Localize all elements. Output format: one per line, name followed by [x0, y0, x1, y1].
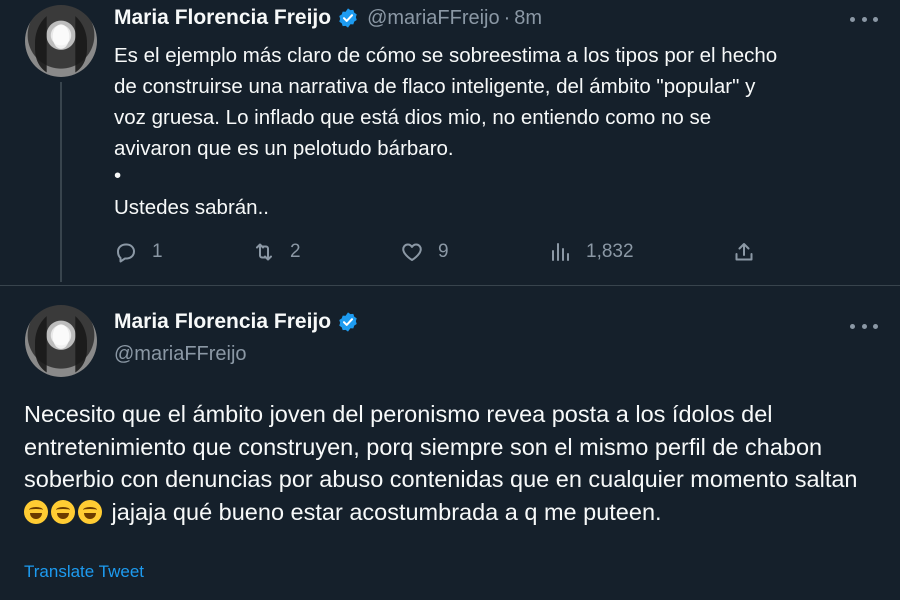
tweet-header: Maria Florencia Freijo	[114, 310, 359, 334]
timestamp[interactable]: 8m	[514, 7, 542, 30]
avatar[interactable]	[25, 305, 97, 377]
like-count: 9	[438, 241, 449, 262]
action-bar: 1 2 9 1,832	[114, 240, 754, 270]
share-button[interactable]	[732, 240, 770, 264]
views-count: 1,832	[586, 241, 634, 262]
verified-badge-icon	[339, 8, 357, 28]
more-options-icon[interactable]	[850, 14, 878, 24]
bullet-marker: •	[114, 164, 122, 187]
author-handle[interactable]: @mariaFFreijo	[367, 7, 500, 30]
tweet-text-line: de construirse una narrativa de flaco in…	[114, 75, 756, 98]
tweet-text-line: Es el ejemplo más claro de cómo se sobre…	[114, 44, 778, 67]
tweet-text-line: avivaron que es un pelotudo bárbaro.	[114, 137, 454, 160]
tweet-text-part: jajaja qué bueno estar acostumbrada a q …	[105, 498, 662, 525]
heart-icon	[402, 243, 422, 261]
separator-dot: ·	[503, 6, 511, 29]
author-name[interactable]: Maria Florencia Freijo	[114, 310, 331, 334]
views-icon	[552, 243, 569, 261]
thread-connector-line	[60, 82, 62, 282]
reply-button[interactable]: 1	[114, 240, 163, 264]
retweet-icon	[256, 243, 272, 261]
verified-badge-icon	[339, 312, 357, 332]
reply-count: 1	[152, 241, 163, 262]
tweet-1[interactable]: Maria Florencia Freijo @mariaFFreijo · 8…	[0, 0, 900, 285]
more-options-icon[interactable]	[850, 321, 878, 331]
tweet-header: Maria Florencia Freijo @mariaFFreijo · 8…	[114, 6, 542, 30]
tweet-2[interactable]: Maria Florencia Freijo @mariaFFreijo Nec…	[0, 285, 900, 600]
share-icon	[735, 243, 753, 261]
tweet-text-line: Ustedes sabrán..	[114, 196, 269, 219]
views-button[interactable]: 1,832	[548, 240, 634, 264]
tweet-text-line: voz gruesa. Lo inflado que está dios mio…	[114, 106, 712, 129]
like-button[interactable]: 9	[400, 240, 449, 264]
retweet-count: 2	[290, 241, 301, 262]
tweet-text: Es el ejemplo más claro de cómo se sobre…	[114, 40, 874, 223]
face-with-tears-of-joy-icon	[78, 499, 102, 524]
tweet-text: Necesito que el ámbito joven del peronis…	[24, 398, 884, 528]
face-with-tears-of-joy-icon	[24, 499, 48, 524]
tweet-text-part: Necesito que el ámbito joven del peronis…	[24, 401, 858, 492]
face-with-tears-of-joy-icon	[51, 499, 75, 524]
translate-tweet-link[interactable]: Translate Tweet	[24, 562, 144, 582]
author-name[interactable]: Maria Florencia Freijo	[114, 6, 331, 30]
retweet-button[interactable]: 2	[252, 240, 301, 264]
author-handle[interactable]: @mariaFFreijo	[114, 343, 247, 366]
avatar[interactable]	[25, 5, 97, 77]
reply-icon	[117, 243, 135, 263]
